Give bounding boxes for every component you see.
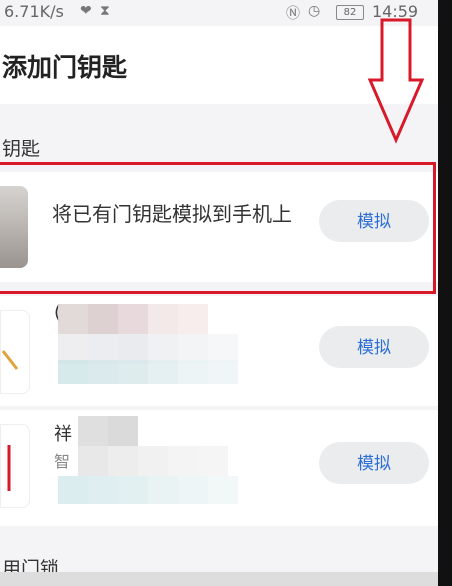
page-title: 添加门钥匙 <box>2 53 128 82</box>
card-subtitle-fragment: 智 <box>54 452 71 471</box>
card-thumbnail <box>0 310 30 394</box>
screen-edge <box>438 0 452 586</box>
pixelated-redaction <box>78 446 228 476</box>
alarm-icon: ◷ <box>308 3 321 19</box>
section-label: 钥匙 <box>2 138 41 160</box>
key-card[interactable]: ( 模拟 <box>0 296 438 406</box>
simulate-button[interactable]: 模拟 <box>319 326 429 368</box>
simulate-button[interactable]: 模拟 <box>319 442 429 484</box>
heart-icon: ❤ <box>80 3 92 19</box>
bottom-strip <box>0 572 438 586</box>
key-card[interactable]: 祥 智 模拟 <box>0 410 438 526</box>
network-speed: 6.71K/s <box>4 2 64 21</box>
pixelated-redaction <box>58 476 238 504</box>
battery-icon: 82 <box>336 5 364 20</box>
hourglass-icon: ⧗ <box>100 3 110 19</box>
key-icon <box>1 350 19 370</box>
card-thumbnail <box>0 424 30 508</box>
pixelated-redaction <box>58 360 238 384</box>
card-title-fragment: 祥 <box>54 424 72 445</box>
pixelated-redaction <box>78 416 138 446</box>
pixelated-redaction <box>58 304 208 334</box>
nfc-icon: Ⓝ <box>286 6 300 22</box>
highlight-annotation <box>0 162 436 294</box>
down-arrow-annotation <box>368 18 424 144</box>
key-icon <box>7 445 11 491</box>
